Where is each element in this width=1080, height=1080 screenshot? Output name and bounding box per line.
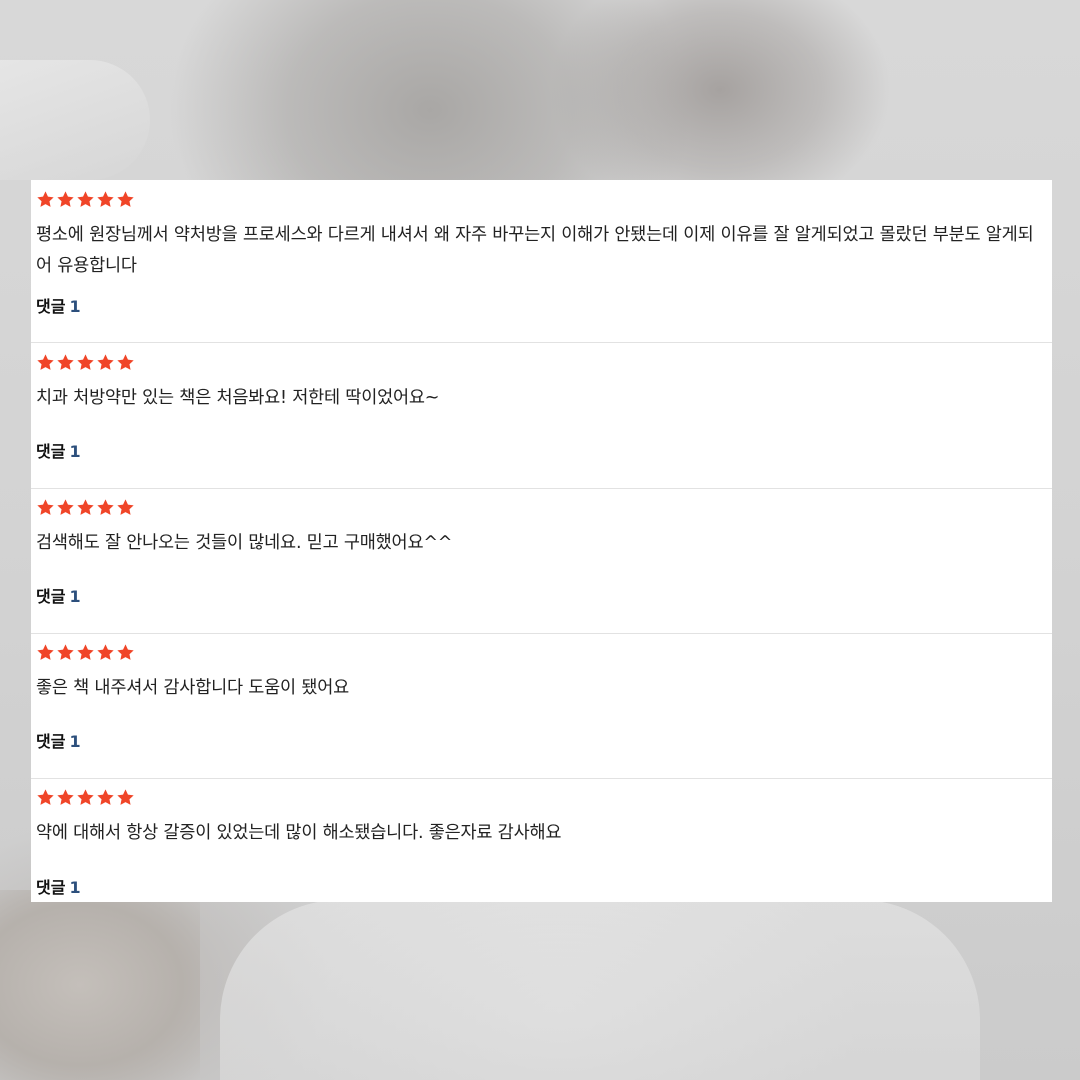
star-icon (96, 788, 115, 807)
comment-link[interactable]: 댓글 1 (36, 583, 81, 607)
review-item: 검색해도 잘 안나오는 것들이 많네요. 믿고 구매했어요^^ 댓글 1 (31, 488, 1052, 634)
star-icon (36, 353, 55, 372)
star-rating (36, 643, 135, 665)
review-text: 좋은 책 내주셔서 감사합니다 도움이 됐어요 (36, 678, 350, 698)
star-icon (116, 353, 135, 372)
star-icon (96, 353, 115, 372)
background-patient (0, 890, 200, 1080)
comment-label: 댓글 (36, 297, 66, 316)
star-icon (116, 788, 135, 807)
comment-link[interactable]: 댓글 1 (36, 293, 81, 317)
star-icon (56, 498, 75, 517)
review-item: 평소에 원장님께서 약처방을 프로세스와 다르게 내셔서 왜 자주 바꾸는지 이… (31, 180, 1052, 343)
star-icon (96, 643, 115, 662)
comment-count: 1 (69, 442, 81, 461)
star-icon (56, 190, 75, 209)
star-rating (36, 190, 135, 212)
star-icon (56, 353, 75, 372)
review-text: 치과 처방약만 있는 책은 처음봐요! 저한테 딱이었어요~ (36, 388, 440, 408)
star-icon (56, 788, 75, 807)
comment-label: 댓글 (36, 878, 66, 897)
comment-label: 댓글 (36, 442, 66, 461)
star-icon (96, 190, 115, 209)
comment-count: 1 (69, 297, 81, 316)
star-icon (76, 643, 95, 662)
comment-count: 1 (69, 878, 81, 897)
star-icon (76, 498, 95, 517)
star-icon (36, 498, 55, 517)
star-rating (36, 788, 135, 810)
star-icon (116, 498, 135, 517)
review-text: 약에 대해서 항상 갈증이 있었는데 많이 해소됐습니다. 좋은자료 감사해요 (36, 823, 562, 843)
review-item: 약에 대해서 항상 갈증이 있었는데 많이 해소됐습니다. 좋은자료 감사해요 … (31, 778, 1052, 902)
background-dentist-coat (220, 900, 980, 1080)
review-text: 평소에 원장님께서 약처방을 프로세스와 다르게 내셔서 왜 자주 바꾸는지 이… (36, 225, 1034, 276)
star-rating (36, 353, 135, 375)
star-icon (56, 643, 75, 662)
star-rating (36, 498, 135, 520)
comment-label: 댓글 (36, 732, 66, 751)
review-item: 좋은 책 내주셔서 감사합니다 도움이 됐어요 댓글 1 (31, 633, 1052, 779)
review-text: 검색해도 잘 안나오는 것들이 많네요. 믿고 구매했어요^^ (36, 533, 453, 553)
comment-count: 1 (69, 587, 81, 606)
star-icon (116, 190, 135, 209)
review-item: 치과 처방약만 있는 책은 처음봐요! 저한테 딱이었어요~ 댓글 1 (31, 343, 1052, 489)
star-icon (36, 190, 55, 209)
star-icon (76, 788, 95, 807)
comment-link[interactable]: 댓글 1 (36, 874, 81, 898)
comment-link[interactable]: 댓글 1 (36, 438, 81, 462)
star-icon (96, 498, 115, 517)
comment-count: 1 (69, 732, 81, 751)
star-icon (76, 353, 95, 372)
comment-link[interactable]: 댓글 1 (36, 728, 81, 752)
star-icon (116, 643, 135, 662)
star-icon (36, 643, 55, 662)
comment-label: 댓글 (36, 587, 66, 606)
review-list: 평소에 원장님께서 약처방을 프로세스와 다르게 내셔서 왜 자주 바꾸는지 이… (31, 180, 1052, 902)
star-icon (76, 190, 95, 209)
background-dental-lamp (0, 60, 150, 180)
star-icon (36, 788, 55, 807)
